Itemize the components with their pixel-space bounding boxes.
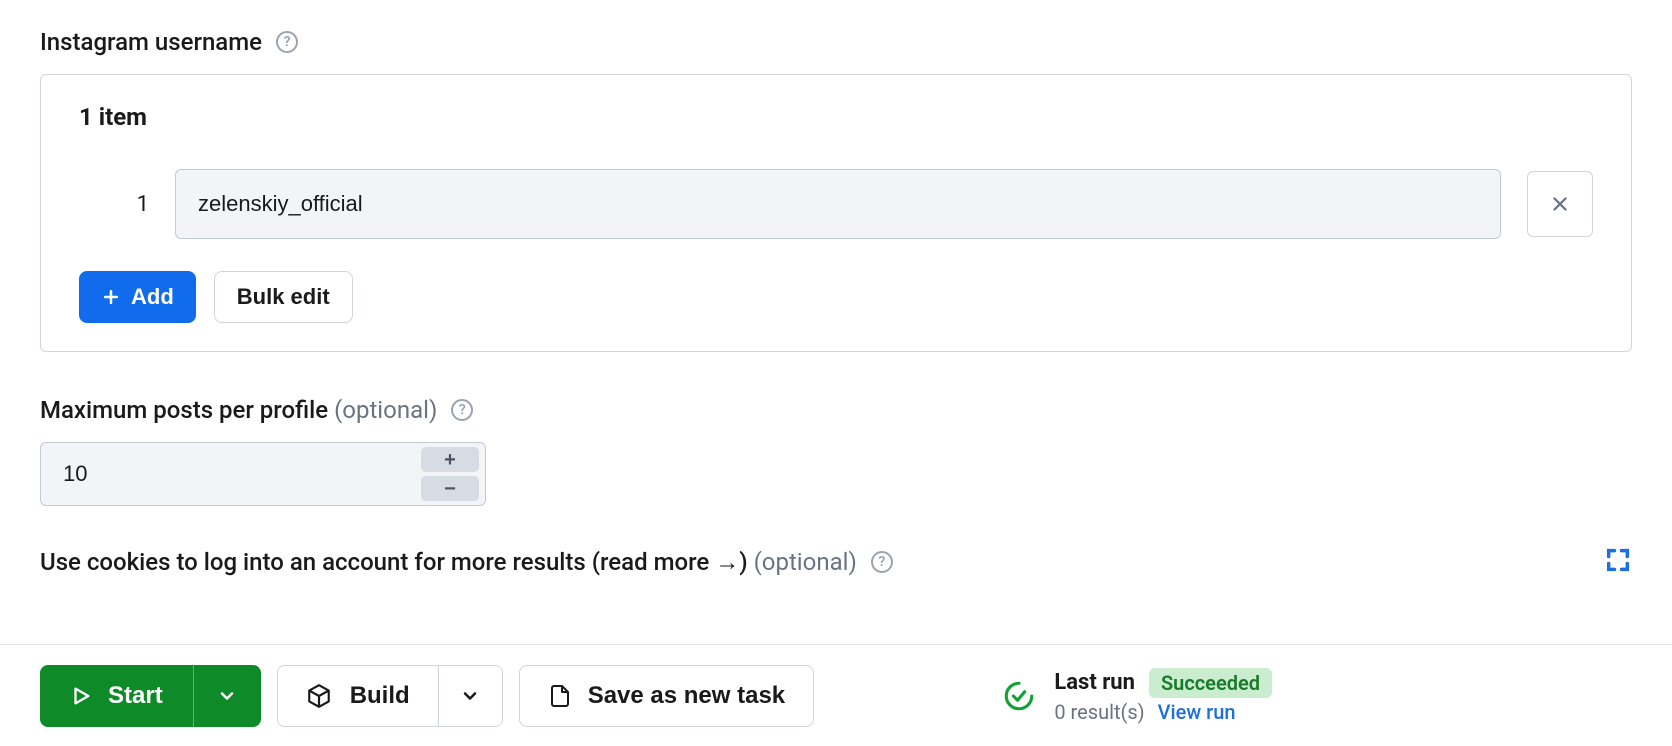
remove-item-button[interactable] — [1527, 171, 1593, 237]
view-run-link[interactable]: View run — [1158, 700, 1236, 724]
add-button-label: Add — [131, 284, 174, 310]
item-count: 1 item — [79, 103, 1593, 131]
cube-icon — [306, 683, 332, 709]
bulk-edit-label: Bulk edit — [237, 284, 330, 310]
max-posts-stepper: + − — [40, 442, 486, 506]
optional-text: (optional) — [754, 548, 857, 576]
run-status: Last run Succeeded 0 result(s) View run — [1002, 668, 1272, 724]
start-button-group: Start — [40, 665, 261, 727]
optional-text: (optional) — [334, 396, 437, 424]
cookies-label-row: Use cookies to log into an account for m… — [40, 548, 893, 577]
username-label: Instagram username — [40, 28, 262, 56]
item-index: 1 — [79, 192, 149, 217]
cookies-row: Use cookies to log into an account for m… — [40, 546, 1632, 578]
help-icon[interactable]: ? — [451, 399, 473, 421]
file-icon — [548, 684, 572, 708]
build-button[interactable]: Build — [278, 666, 438, 726]
plus-icon: + — [444, 450, 456, 470]
start-button[interactable]: Start — [40, 665, 193, 727]
chevron-down-icon — [217, 686, 237, 706]
username-label-row: Instagram username ? — [40, 28, 1632, 56]
start-label: Start — [108, 682, 163, 710]
max-posts-label: Maximum posts per profile (optional) — [40, 396, 437, 424]
build-label: Build — [350, 682, 410, 710]
chevron-down-icon — [460, 686, 480, 706]
max-posts-input[interactable] — [41, 443, 421, 505]
max-posts-label-row: Maximum posts per profile (optional) ? — [40, 396, 1632, 424]
save-task-button[interactable]: Save as new task — [519, 665, 814, 727]
decrement-button[interactable]: − — [421, 476, 479, 501]
results-count: 0 result(s) — [1054, 700, 1144, 724]
minus-icon: − — [444, 479, 456, 499]
username-input[interactable] — [175, 169, 1501, 239]
username-item-row: 1 — [79, 169, 1593, 239]
last-run-label: Last run — [1054, 670, 1135, 695]
close-icon — [1549, 193, 1571, 215]
list-buttons: Add Bulk edit — [79, 271, 1593, 323]
success-check-icon — [1002, 679, 1036, 713]
help-icon[interactable]: ? — [871, 551, 893, 573]
footer-bar: Start Build Save as new task Last run Su… — [0, 644, 1672, 746]
build-button-group: Build — [277, 665, 503, 727]
plus-icon — [101, 287, 121, 307]
play-icon — [70, 685, 92, 707]
username-list-box: 1 item 1 Add Bulk edit — [40, 74, 1632, 352]
cookies-label: Use cookies to log into an account for m… — [40, 548, 857, 577]
status-badge: Succeeded — [1149, 668, 1272, 698]
add-button[interactable]: Add — [79, 271, 196, 323]
start-dropdown-button[interactable] — [193, 665, 261, 727]
save-label: Save as new task — [588, 682, 785, 710]
help-icon[interactable]: ? — [276, 31, 298, 53]
build-dropdown-button[interactable] — [438, 666, 502, 726]
expand-icon[interactable] — [1604, 546, 1632, 578]
bulk-edit-button[interactable]: Bulk edit — [214, 271, 353, 323]
increment-button[interactable]: + — [421, 447, 479, 472]
